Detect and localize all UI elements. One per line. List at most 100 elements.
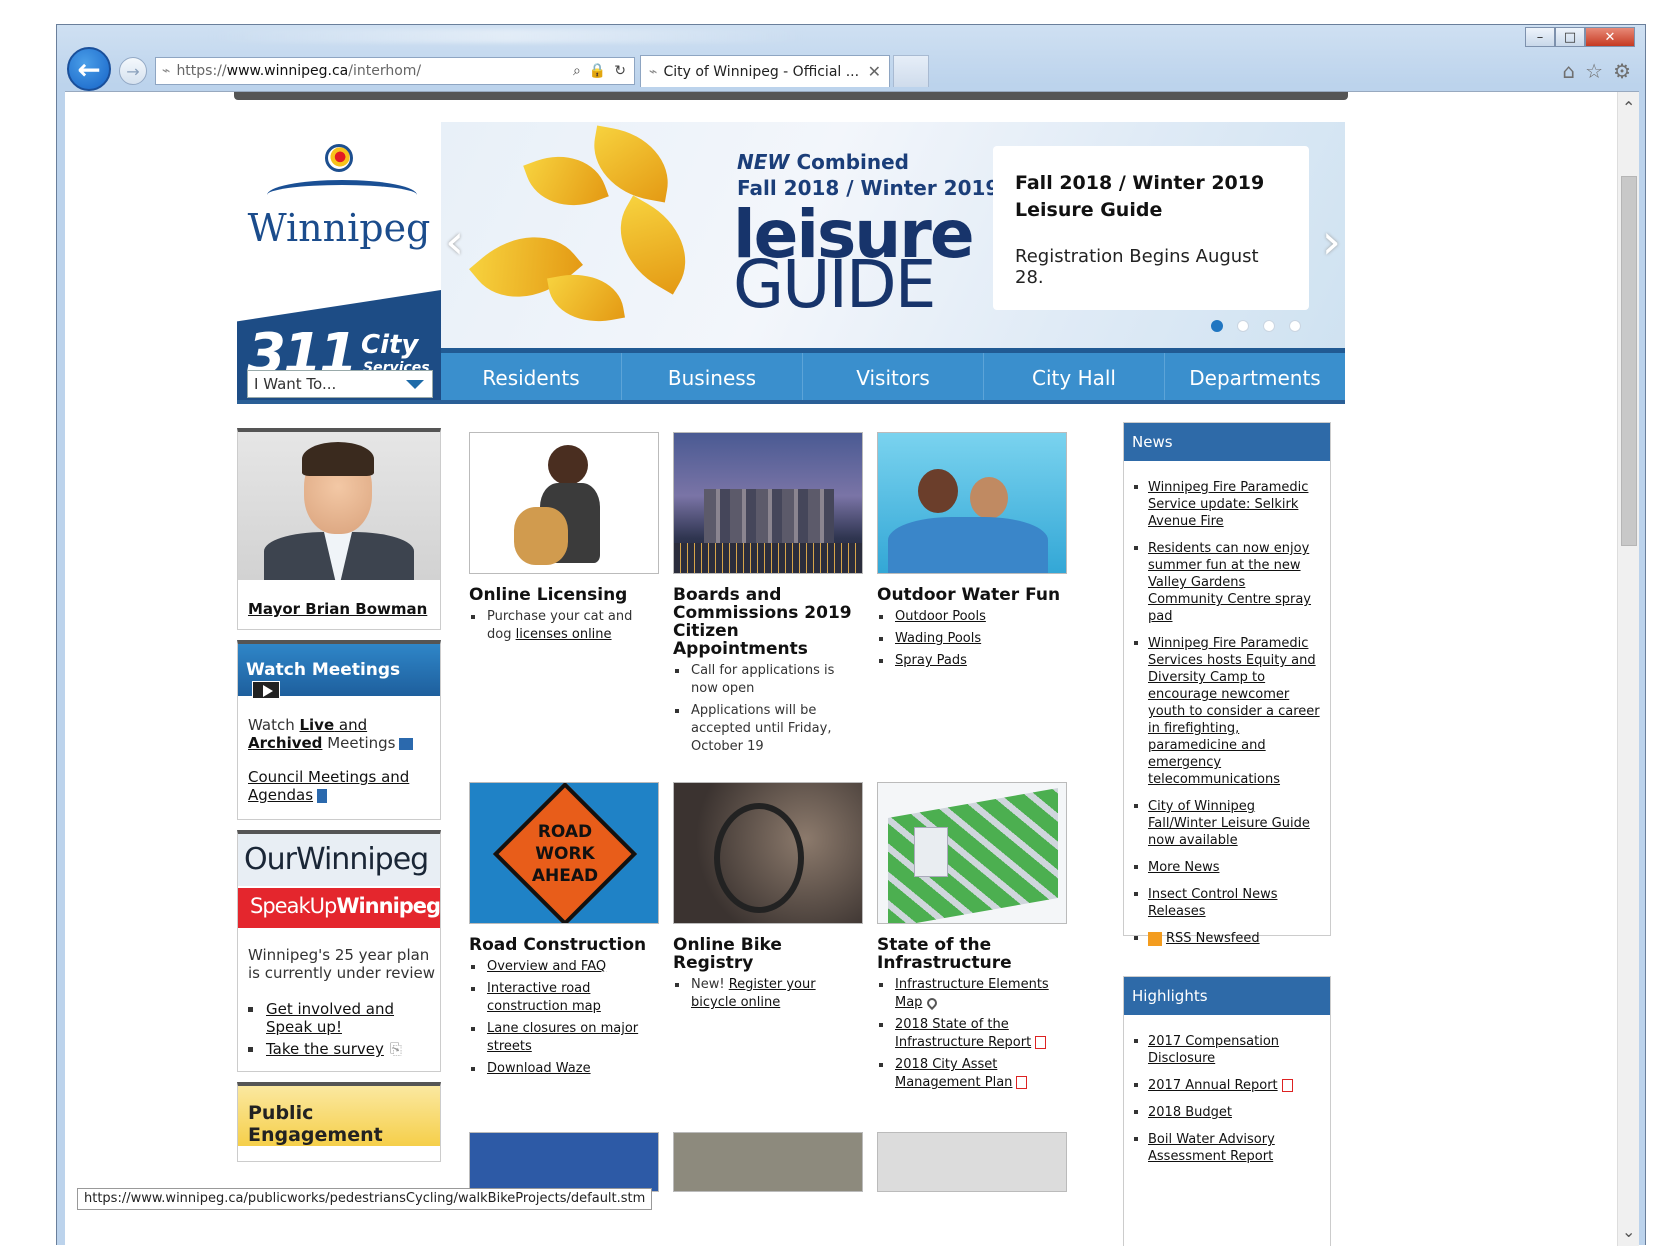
list-item: Interactive road construction map xyxy=(469,980,659,1016)
highlight-link[interactable]: 2018 Budget xyxy=(1148,1105,1232,1120)
archived-link[interactable]: Archived xyxy=(248,734,322,752)
road-work-image[interactable]: ROAD WORK AHEAD xyxy=(469,782,659,924)
infrastructure-image[interactable] xyxy=(877,782,1067,924)
partial-image[interactable] xyxy=(673,1132,863,1192)
carousel-dot[interactable] xyxy=(1211,320,1223,332)
new-tab-button[interactable] xyxy=(893,55,929,87)
outdoor-pools-link[interactable]: Outdoor Pools xyxy=(895,609,986,624)
insect-control-link[interactable]: Insect Control News Releases xyxy=(1148,887,1277,919)
carousel-dot[interactable] xyxy=(1289,320,1301,332)
list-item: Winnipeg Fire Paramedic Services hosts E… xyxy=(1134,635,1322,788)
minimize-button[interactable]: – xyxy=(1525,27,1555,47)
news-header: News xyxy=(1124,423,1330,461)
site-icon: ⌁ xyxy=(162,63,171,79)
address-prefix: https:// xyxy=(176,63,227,79)
hero-carousel[interactable]: NEW Combined Fall 2018 / Winter 2019 lei… xyxy=(441,122,1345,348)
spray-pads-link[interactable]: Spray Pads xyxy=(895,653,967,668)
partial-image[interactable] xyxy=(877,1132,1067,1192)
watch-meetings-header[interactable]: Watch Meetings xyxy=(238,644,440,699)
lane-closures-link[interactable]: Lane closures on major streets xyxy=(487,1021,638,1054)
news-link[interactable]: City of Winnipeg Fall/Winter Leisure Gui… xyxy=(1148,799,1310,848)
mayor-link[interactable]: Mayor Brian Bowman xyxy=(248,600,427,618)
live-link[interactable]: Live xyxy=(299,716,334,734)
i-want-to-dropdown[interactable]: I Want To... xyxy=(247,370,433,398)
licensing-image[interactable] xyxy=(469,432,659,574)
image-lights xyxy=(674,543,862,573)
search-icon[interactable]: ⌕ xyxy=(573,63,581,79)
nav-residents[interactable]: Residents xyxy=(441,353,622,402)
hero-guide: GUIDE xyxy=(733,246,936,323)
news-list: Winnipeg Fire Paramedic Service update: … xyxy=(1124,461,1330,963)
scroll-up-icon[interactable]: ⌃ xyxy=(1622,98,1635,117)
carousel-dot[interactable] xyxy=(1263,320,1275,332)
tile-list: Outdoor Pools Wading Pools Spray Pads xyxy=(877,608,1067,670)
tile-title: Outdoor Water Fun xyxy=(877,585,1061,605)
lock-icon[interactable]: 🔒 xyxy=(589,63,606,79)
tile-title: Road Construction xyxy=(469,935,647,955)
rss-newsfeed-link[interactable]: RSS Newsfeed xyxy=(1166,931,1260,946)
public-engagement-header[interactable]: Public Engagement xyxy=(238,1086,440,1146)
hero-card[interactable]: Fall 2018 / Winter 2019 Leisure Guide Re… xyxy=(993,146,1309,310)
bike-image[interactable] xyxy=(673,782,863,924)
home-icon[interactable]: ⌂ xyxy=(1562,59,1575,83)
pdf-icon xyxy=(1016,1076,1028,1089)
logo-city: City xyxy=(361,330,419,360)
news-link[interactable]: Residents can now enjoy summer fun at th… xyxy=(1148,541,1311,624)
more-news-link[interactable]: More News xyxy=(1148,860,1220,875)
carousel-prev-icon[interactable]: ‹ xyxy=(445,214,464,270)
boards-image[interactable] xyxy=(673,432,863,574)
refresh-icon[interactable]: ↻ xyxy=(614,63,626,79)
nav-business[interactable]: Business xyxy=(622,353,803,402)
address-bar[interactable]: ⌁ https://www.winnipeg.ca/interhom/ ⌕ 🔒 … xyxy=(155,57,635,85)
forward-button[interactable]: → xyxy=(119,57,147,85)
ourwinnipeg-logo[interactable]: OurWinnipeg xyxy=(238,834,440,886)
get-involved-link[interactable]: Get involved and Speak up! xyxy=(266,1000,394,1036)
water-fun-image[interactable] xyxy=(877,432,1067,574)
infrastructure-map-link[interactable]: Infrastructure Elements Map xyxy=(895,977,1049,1010)
ourwinnipeg-box: OurWinnipeg SpeakUpWinnipeg Winnipeg's 2… xyxy=(237,830,441,1072)
tile-boards-commissions: Boards and Commissions 2019 Citizen Appo… xyxy=(673,432,863,760)
list-item: Infrastructure Elements Map xyxy=(877,976,1067,1012)
carousel-dot[interactable] xyxy=(1237,320,1249,332)
list-item: 2017 Compensation Disclosure xyxy=(1134,1033,1322,1067)
tab-winnipeg[interactable]: ⌁ City of Winnipeg - Official ... ✕ xyxy=(640,55,890,87)
mayor-photo[interactable] xyxy=(238,432,440,580)
document-icon xyxy=(317,788,328,803)
favorites-star-icon[interactable]: ☆ xyxy=(1585,59,1603,83)
toolbar-icons: ⌂ ☆ ⚙ xyxy=(1562,59,1631,83)
news-link[interactable]: Winnipeg Fire Paramedic Services hosts E… xyxy=(1148,636,1320,787)
news-link[interactable]: Winnipeg Fire Paramedic Service update: … xyxy=(1148,480,1308,529)
highlight-link[interactable]: 2017 Compensation Disclosure xyxy=(1148,1034,1279,1066)
settings-gear-icon[interactable]: ⚙ xyxy=(1613,59,1631,83)
wading-pools-link[interactable]: Wading Pools xyxy=(895,631,981,646)
highlight-link[interactable]: 2017 Annual Report xyxy=(1148,1078,1278,1093)
winnipeg-logo-block[interactable]: Winnipeg 311 City Services I Want To... xyxy=(237,122,441,402)
council-meetings-link[interactable]: Council Meetings and Agendas xyxy=(248,768,409,804)
maximize-button[interactable]: □ xyxy=(1555,27,1585,47)
licenses-online-link[interactable]: licenses online xyxy=(516,627,612,642)
download-waze-link[interactable]: Download Waze xyxy=(487,1061,591,1076)
highlight-link[interactable]: Boil Water Advisory Assessment Report xyxy=(1148,1132,1275,1164)
map-pin-icon xyxy=(925,995,940,1010)
back-button[interactable]: ← xyxy=(67,47,111,91)
take-survey-link[interactable]: Take the survey xyxy=(266,1040,384,1058)
nav-city-hall[interactable]: City Hall xyxy=(984,353,1165,402)
infrastructure-report-link[interactable]: 2018 State of the Infrastructure Report xyxy=(895,1017,1031,1050)
road-map-link[interactable]: Interactive road construction map xyxy=(487,981,601,1014)
carousel-next-icon[interactable]: › xyxy=(1322,214,1341,270)
scroll-down-icon[interactable]: ⌄ xyxy=(1622,1222,1635,1241)
list-item: Residents can now enjoy summer fun at th… xyxy=(1134,540,1322,625)
and-link[interactable]: and xyxy=(334,716,367,734)
close-tab-icon[interactable]: ✕ xyxy=(868,62,881,81)
asset-plan-link[interactable]: 2018 City Asset Management Plan xyxy=(895,1057,1012,1090)
scroll-thumb[interactable] xyxy=(1621,176,1637,546)
overview-faq-link[interactable]: Overview and FAQ xyxy=(487,959,606,974)
nav-visitors[interactable]: Visitors xyxy=(803,353,984,402)
speakup-banner[interactable]: SpeakUpWinnipeg xyxy=(238,888,441,928)
list-item: Boil Water Advisory Assessment Report xyxy=(1134,1131,1322,1165)
rss-icon xyxy=(1148,931,1162,946)
vertical-scrollbar[interactable]: ⌃ ⌄ xyxy=(1617,92,1639,1246)
partial-image[interactable] xyxy=(469,1132,659,1192)
nav-departments[interactable]: Departments xyxy=(1165,353,1345,402)
close-window-button[interactable]: ✕ xyxy=(1585,27,1635,47)
